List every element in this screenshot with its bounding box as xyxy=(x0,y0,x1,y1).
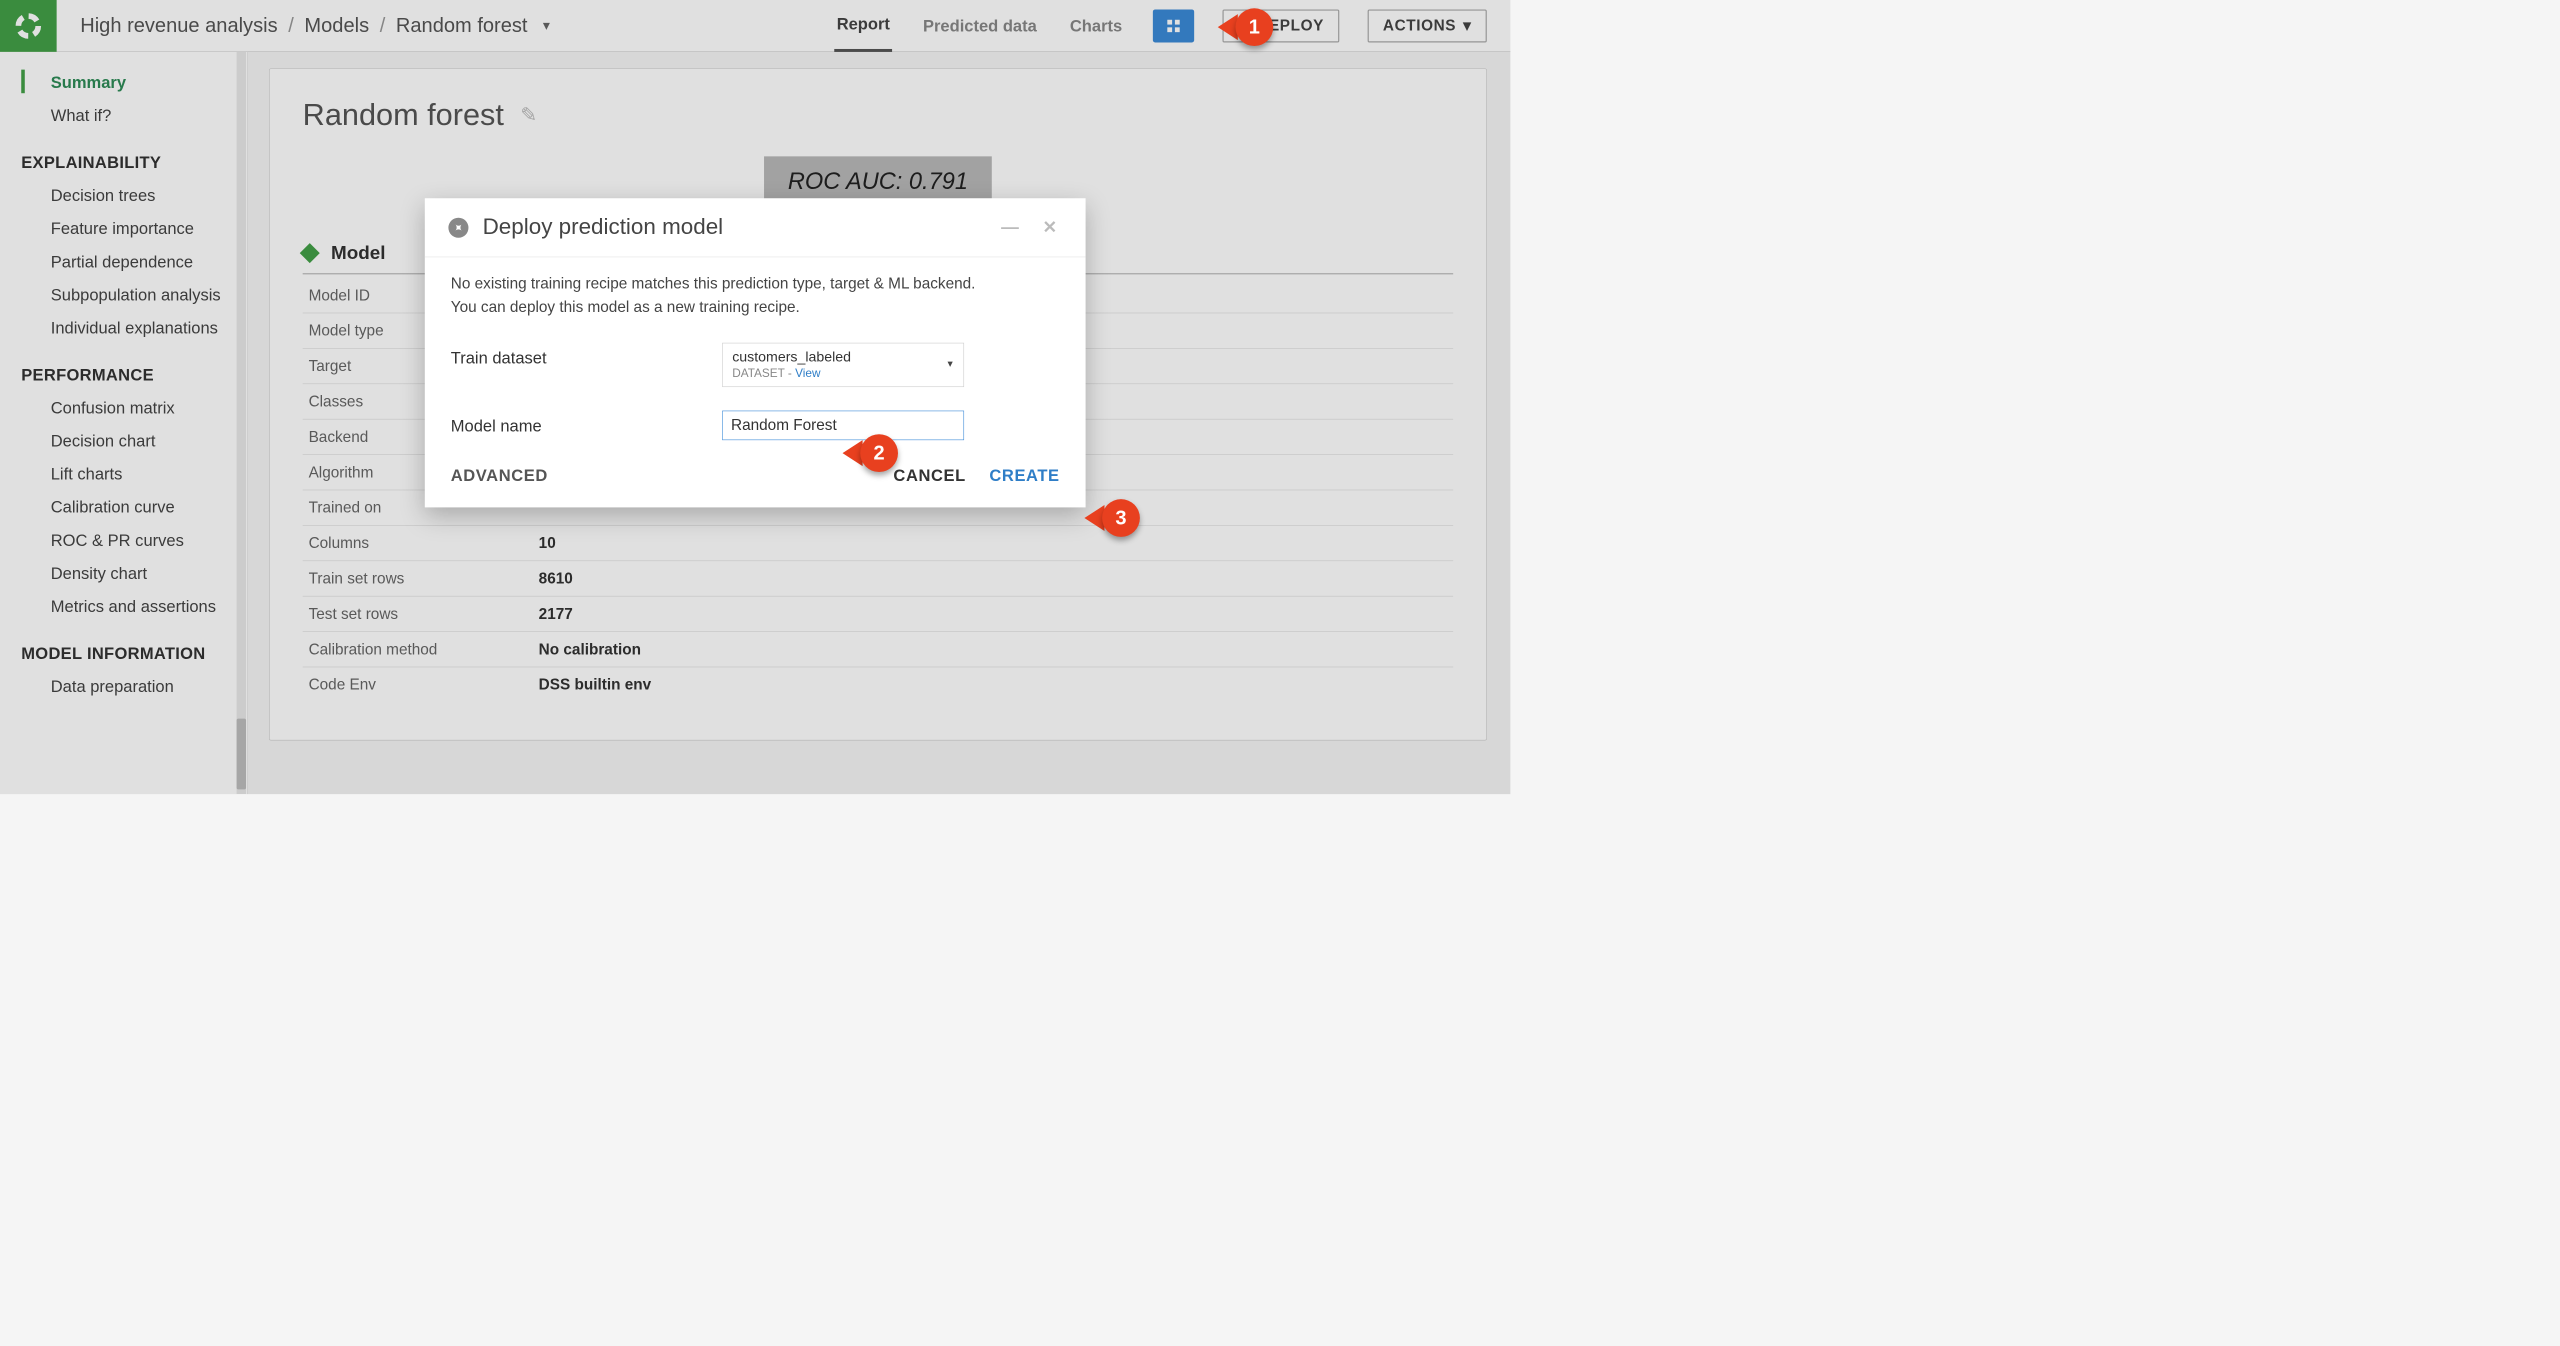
sidebar-item-feature-importance[interactable]: Feature importance xyxy=(0,212,247,245)
train-rows-value: 8610 xyxy=(539,569,573,587)
modal-msg-1: No existing training recipe matches this… xyxy=(451,271,1060,295)
breadcrumb-1[interactable]: High revenue analysis xyxy=(80,14,277,37)
app-logo[interactable] xyxy=(0,0,57,52)
advanced-button[interactable]: ADVANCED xyxy=(451,466,548,485)
model-name-label: Model name xyxy=(451,410,722,435)
sidebar-item-lift-charts[interactable]: Lift charts xyxy=(0,458,247,491)
minimize-icon[interactable]: — xyxy=(996,217,1023,237)
sidebar-section-performance: PERFORMANCE xyxy=(0,345,247,392)
scrollbar-thumb[interactable] xyxy=(237,719,246,790)
train-rows-label: Train set rows xyxy=(303,569,539,587)
top-tabs: Report Predicted data Charts ▶ DEPLOY AC… xyxy=(834,0,1510,51)
topbar: High revenue analysis / Models / Random … xyxy=(0,0,1510,52)
tab-report[interactable]: Report xyxy=(834,0,892,52)
breadcrumb-sep: / xyxy=(380,14,386,37)
train-dataset-type: DATASET xyxy=(732,367,784,380)
sidebar-item-subpopulation[interactable]: Subpopulation analysis xyxy=(0,278,247,311)
calibration-label: Calibration method xyxy=(303,640,539,658)
sidebar-item-partial-dependence[interactable]: Partial dependence xyxy=(0,245,247,278)
breadcrumb-sep: / xyxy=(288,14,294,37)
page-title: Random forest xyxy=(303,97,504,132)
modal-footer: ADVANCED CANCEL CREATE xyxy=(425,445,1086,508)
dashboard-icon-button[interactable] xyxy=(1153,9,1194,42)
columns-value: 10 xyxy=(539,534,556,552)
code-env-value: DSS builtin env xyxy=(539,676,652,694)
calibration-value: No calibration xyxy=(539,640,641,658)
diamond-icon xyxy=(300,243,320,263)
sidebar-item-confusion-matrix[interactable]: Confusion matrix xyxy=(0,392,247,425)
sidebar-item-individual-explanations[interactable]: Individual explanations xyxy=(0,312,247,345)
sidebar-item-summary[interactable]: Summary xyxy=(0,66,247,99)
breadcrumb-3[interactable]: Random forest xyxy=(396,14,528,37)
callout-3: 3 xyxy=(1084,499,1139,537)
modal-msg-2: You can deploy this model as a new train… xyxy=(451,295,1060,319)
edit-icon[interactable]: ✎ xyxy=(520,103,537,127)
modal-header: ✦ Deploy prediction model — ✕ xyxy=(425,198,1086,257)
sidebar-item-whatif[interactable]: What if? xyxy=(0,99,247,132)
train-dataset-view-link[interactable]: View xyxy=(795,367,820,380)
chevron-down-icon[interactable]: ▾ xyxy=(543,17,550,34)
active-indicator xyxy=(21,70,25,94)
code-env-label: Code Env xyxy=(303,676,539,694)
callout-2: 2 xyxy=(843,434,898,472)
breadcrumb: High revenue analysis / Models / Random … xyxy=(57,0,550,51)
tab-predicted-data[interactable]: Predicted data xyxy=(921,0,1040,52)
sidebar: Summary What if? EXPLAINABILITY Decision… xyxy=(0,52,248,794)
section-model-label: Model xyxy=(331,242,386,264)
sidebar-item-decision-trees[interactable]: Decision trees xyxy=(0,179,247,212)
sidebar-item-roc-pr[interactable]: ROC & PR curves xyxy=(0,524,247,557)
actions-button[interactable]: ACTIONS ▾ xyxy=(1368,9,1487,42)
callout-1: 1 xyxy=(1218,8,1273,46)
sidebar-item-calibration-curve[interactable]: Calibration curve xyxy=(0,491,247,524)
test-rows-label: Test set rows xyxy=(303,605,539,623)
dashboard-icon xyxy=(1165,17,1182,34)
close-icon[interactable]: ✕ xyxy=(1038,217,1062,238)
sidebar-item-data-preparation[interactable]: Data preparation xyxy=(0,670,247,703)
tag-icon: ✦ xyxy=(444,213,472,241)
train-dataset-label: Train dataset xyxy=(451,343,722,368)
columns-label: Columns xyxy=(303,534,539,552)
breadcrumb-2[interactable]: Models xyxy=(304,14,369,37)
sidebar-item-decision-chart[interactable]: Decision chart xyxy=(0,425,247,458)
sidebar-item-density-chart[interactable]: Density chart xyxy=(0,557,247,590)
chevron-down-icon: ▾ xyxy=(948,357,953,369)
callout-3-number: 3 xyxy=(1102,499,1140,537)
tab-charts[interactable]: Charts xyxy=(1067,0,1124,52)
cancel-button[interactable]: CANCEL xyxy=(893,466,965,485)
train-dataset-select[interactable]: customers_labeled DATASET - View ▾ xyxy=(722,343,964,387)
sidebar-item-metrics-assertions[interactable]: Metrics and assertions xyxy=(0,590,247,623)
modal-body: No existing training recipe matches this… xyxy=(425,257,1086,444)
deploy-modal: ✦ Deploy prediction model — ✕ No existin… xyxy=(425,198,1086,507)
test-rows-value: 2177 xyxy=(539,605,573,623)
scrollbar-track xyxy=(237,52,246,794)
train-dataset-value: customers_labeled xyxy=(732,349,954,366)
chevron-down-icon: ▾ xyxy=(1463,17,1471,35)
sidebar-section-model-info: MODEL INFORMATION xyxy=(0,623,247,670)
modal-title: Deploy prediction model xyxy=(483,215,724,240)
callout-1-number: 1 xyxy=(1235,8,1273,46)
actions-label: ACTIONS xyxy=(1383,17,1456,35)
callout-2-number: 2 xyxy=(860,434,898,472)
create-button[interactable]: CREATE xyxy=(989,466,1059,485)
sidebar-section-explainability: EXPLAINABILITY xyxy=(0,132,247,179)
